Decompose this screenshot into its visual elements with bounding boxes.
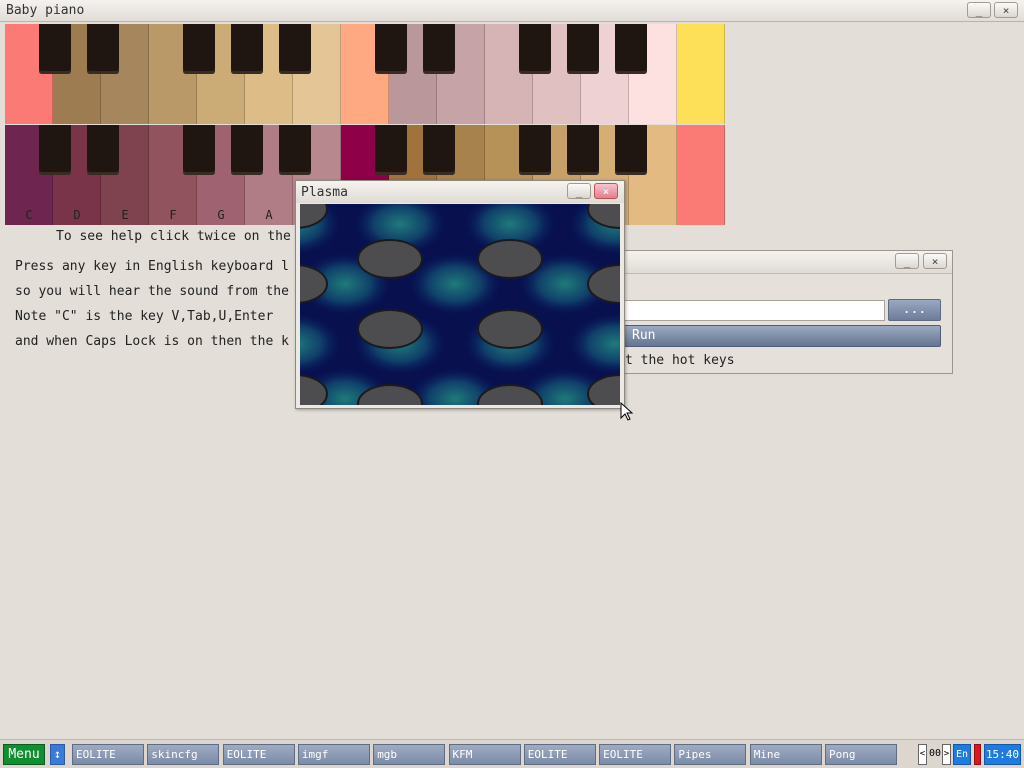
bottom-black-key-2[interactable] (87, 125, 119, 175)
run-dialog-titlebar[interactable]: _ × (601, 251, 952, 274)
taskbar-item-eolite[interactable]: EOLITE (599, 744, 672, 765)
main-window-titlebar[interactable]: Baby piano _ × (0, 0, 1024, 22)
taskbar-item-mine[interactable]: Mine (749, 744, 822, 765)
top-black-key-3[interactable] (183, 24, 215, 74)
bottom-black-key-6[interactable] (375, 125, 407, 175)
scroll-updown-icon[interactable]: ↕ (50, 744, 65, 765)
plasma-minimize-button[interactable]: _ (567, 183, 591, 199)
close-button[interactable]: × (994, 2, 1018, 18)
hot-keys-hint: t the hot keys (625, 353, 735, 368)
bottom-black-key-5[interactable] (279, 125, 311, 175)
note-label-e: E (121, 208, 129, 222)
help-line-5: and when Caps Lock is on then the k (15, 334, 289, 349)
top-black-key-1[interactable] (39, 24, 71, 74)
bottom-black-key-8[interactable] (519, 125, 551, 175)
help-line-1: To see help click twice on the (56, 229, 291, 244)
taskbar-item-kfm[interactable]: KFM (448, 744, 521, 765)
bottom-black-key-4[interactable] (231, 125, 263, 175)
note-label-g: G (217, 208, 225, 222)
taskbar-item-eolite[interactable]: EOLITE (222, 744, 295, 765)
plasma-titlebar[interactable]: Plasma _ × (296, 181, 624, 203)
menu-button[interactable]: Menu (3, 744, 45, 765)
browse-button[interactable]: ... (888, 299, 941, 321)
top-black-key-9[interactable] (567, 24, 599, 74)
top-black-key-2[interactable] (87, 24, 119, 74)
top-black-key-4[interactable] (231, 24, 263, 74)
bottom-black-key-1[interactable] (39, 125, 71, 175)
top-black-key-6[interactable] (375, 24, 407, 74)
note-label-c: C (25, 208, 33, 222)
taskbar-item-mgb[interactable]: mgb (373, 744, 446, 765)
status-red-icon (974, 744, 981, 765)
top-black-key-5[interactable] (279, 24, 311, 74)
taskbar-item-skincfg[interactable]: skincfg (147, 744, 220, 765)
plasma-window: Plasma _ × (295, 180, 625, 409)
note-label-a: A (265, 208, 273, 222)
run-path-input[interactable] (623, 300, 885, 321)
note-label-d: D (73, 208, 81, 222)
counter-value: 00 (928, 744, 942, 765)
help-line-4: Note "C" is the key V,Tab,U,Enter (15, 309, 274, 324)
plasma-blob (357, 309, 423, 349)
top-black-key-8[interactable] (519, 24, 551, 74)
clock: 15:40 (984, 744, 1021, 765)
plasma-title: Plasma (301, 185, 348, 200)
taskbar-item-imgf[interactable]: imgf (297, 744, 370, 765)
counter-right-arrow-icon[interactable]: > (942, 744, 951, 765)
plasma-blob (477, 309, 543, 349)
minimize-button[interactable]: _ (967, 2, 991, 18)
taskbar-item-pong[interactable]: Pong (825, 744, 897, 765)
run-dialog-close-button[interactable]: × (923, 253, 947, 269)
language-indicator[interactable]: En (953, 744, 971, 765)
window-title: Baby piano (6, 3, 85, 18)
bottom-white-key-15[interactable] (677, 125, 725, 225)
help-line-3: so you will hear the sound from the (15, 284, 289, 299)
taskbar-item-eolite[interactable]: EOLITE (72, 744, 144, 765)
taskbar: Menu ↕ EOLITE skincfg EOLITE imgf mgb KFM EOLI… (0, 739, 1024, 768)
top-black-key-10[interactable] (615, 24, 647, 74)
help-line-2: Press any key in English keyboard l (15, 259, 289, 274)
bottom-black-key-10[interactable] (615, 125, 647, 175)
top-black-key-7[interactable] (423, 24, 455, 74)
run-button[interactable]: Run (623, 325, 941, 347)
note-label-f: F (169, 208, 177, 222)
bottom-black-key-9[interactable] (567, 125, 599, 175)
plasma-blob (357, 239, 423, 279)
plasma-blob (477, 239, 543, 279)
top-white-key-15[interactable] (677, 24, 725, 124)
taskbar-item-eolite[interactable]: EOLITE (523, 744, 596, 765)
run-dialog-minimize-button[interactable]: _ (895, 253, 919, 269)
bottom-black-key-7[interactable] (423, 125, 455, 175)
taskbar-item-pipes[interactable]: Pipes (674, 744, 747, 765)
plasma-animation (300, 204, 620, 405)
mouse-cursor-icon (620, 402, 634, 421)
counter-left-arrow-icon[interactable]: < (918, 744, 927, 765)
bottom-black-key-3[interactable] (183, 125, 215, 175)
plasma-close-button[interactable]: × (594, 183, 618, 199)
run-dialog: _ × ... Run t the hot keys (600, 250, 953, 374)
